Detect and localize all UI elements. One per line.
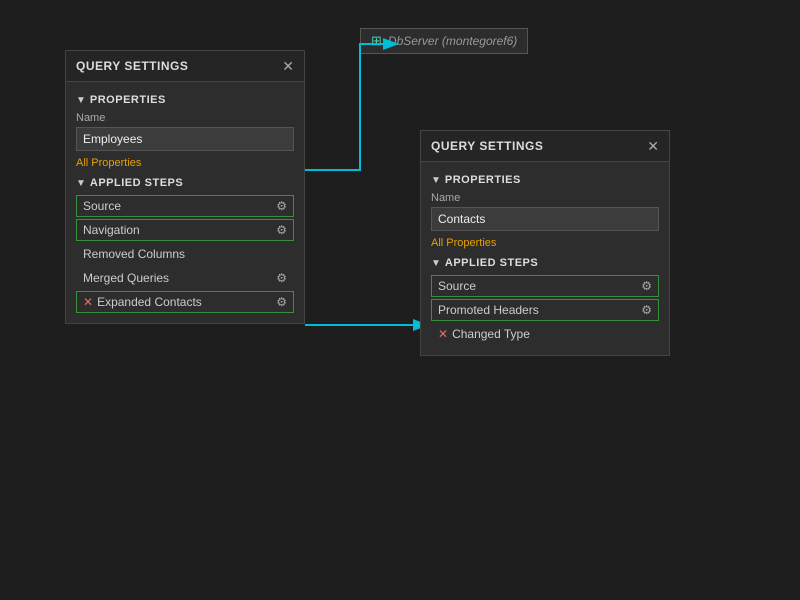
left-step-navigation-label: Navigation bbox=[83, 223, 140, 237]
left-step-expanded-contacts-label: Expanded Contacts bbox=[97, 295, 202, 309]
left-properties-title: PROPERTIES bbox=[90, 94, 166, 106]
right-step-promoted-headers-gear[interactable]: ⚙ bbox=[641, 303, 652, 317]
right-panel-body: ▼ PROPERTIES Name All Properties ▼ APPLI… bbox=[421, 162, 669, 355]
right-all-props-link[interactable]: All Properties bbox=[431, 237, 659, 249]
right-query-panel: QUERY SETTINGS ✕ ▼ PROPERTIES Name All P… bbox=[420, 130, 670, 356]
right-applied-steps-title: APPLIED STEPS bbox=[445, 257, 538, 269]
db-icon: ⊞ bbox=[371, 33, 382, 49]
right-step-changed-type[interactable]: ✕ Changed Type bbox=[431, 323, 659, 345]
applied-steps-triangle: ▼ bbox=[76, 178, 86, 189]
left-name-label: Name bbox=[76, 112, 294, 124]
left-step-merged-queries-label: Merged Queries bbox=[83, 271, 169, 285]
right-step-changed-type-error-icon: ✕ bbox=[438, 327, 448, 341]
left-step-removed-columns-label: Removed Columns bbox=[83, 247, 185, 261]
left-step-expanded-contacts-gear[interactable]: ⚙ bbox=[276, 295, 287, 309]
right-step-changed-type-label: Changed Type bbox=[452, 327, 530, 341]
left-panel-header: QUERY SETTINGS ✕ bbox=[66, 51, 304, 82]
left-close-button[interactable]: ✕ bbox=[282, 59, 294, 73]
right-step-promoted-headers-label: Promoted Headers bbox=[438, 303, 539, 317]
right-step-source-label: Source bbox=[438, 279, 476, 293]
right-name-label: Name bbox=[431, 192, 659, 204]
left-step-navigation-gear[interactable]: ⚙ bbox=[276, 223, 287, 237]
right-step-source[interactable]: Source ⚙ bbox=[431, 275, 659, 297]
right-steps-list: Source ⚙ Promoted Headers ⚙ ✕ Changed Ty… bbox=[431, 275, 659, 345]
properties-triangle: ▼ bbox=[76, 95, 86, 106]
left-step-merged-queries-gear[interactable]: ⚙ bbox=[276, 271, 287, 285]
left-steps-list: Source ⚙ Navigation ⚙ Removed Columns Me… bbox=[76, 195, 294, 313]
left-panel-body: ▼ PROPERTIES Name All Properties ▼ APPLI… bbox=[66, 82, 304, 323]
left-step-expanded-contacts-error-icon: ✕ bbox=[83, 295, 93, 309]
right-panel-header: QUERY SETTINGS ✕ bbox=[421, 131, 669, 162]
right-properties-title: PROPERTIES bbox=[445, 174, 521, 186]
right-panel-title: QUERY SETTINGS bbox=[431, 139, 543, 153]
left-step-source-gear[interactable]: ⚙ bbox=[276, 199, 287, 213]
right-properties-section: ▼ PROPERTIES bbox=[431, 174, 659, 186]
right-step-source-gear[interactable]: ⚙ bbox=[641, 279, 652, 293]
right-properties-triangle: ▼ bbox=[431, 175, 441, 186]
right-applied-steps-triangle: ▼ bbox=[431, 258, 441, 269]
right-close-button[interactable]: ✕ bbox=[647, 139, 659, 153]
right-name-input[interactable] bbox=[431, 207, 659, 231]
left-properties-section: ▼ PROPERTIES bbox=[76, 94, 294, 106]
left-step-navigation[interactable]: Navigation ⚙ bbox=[76, 219, 294, 241]
left-query-panel: QUERY SETTINGS ✕ ▼ PROPERTIES Name All P… bbox=[65, 50, 305, 324]
right-step-promoted-headers[interactable]: Promoted Headers ⚙ bbox=[431, 299, 659, 321]
left-step-merged-queries[interactable]: Merged Queries ⚙ bbox=[76, 267, 294, 289]
db-server-label: DbServer (montegoref6) bbox=[388, 34, 517, 48]
left-applied-steps-section: ▼ APPLIED STEPS bbox=[76, 177, 294, 189]
left-name-input[interactable] bbox=[76, 127, 294, 151]
left-step-removed-columns[interactable]: Removed Columns bbox=[76, 243, 294, 265]
left-step-expanded-contacts[interactable]: ✕ Expanded Contacts ⚙ bbox=[76, 291, 294, 313]
left-applied-steps-title: APPLIED STEPS bbox=[90, 177, 183, 189]
left-all-props-link[interactable]: All Properties bbox=[76, 157, 294, 169]
left-panel-title: QUERY SETTINGS bbox=[76, 59, 188, 73]
left-step-source-label: Source bbox=[83, 199, 121, 213]
right-applied-steps-section: ▼ APPLIED STEPS bbox=[431, 257, 659, 269]
left-step-source[interactable]: Source ⚙ bbox=[76, 195, 294, 217]
db-server-bar: ⊞ DbServer (montegoref6) bbox=[360, 28, 528, 54]
